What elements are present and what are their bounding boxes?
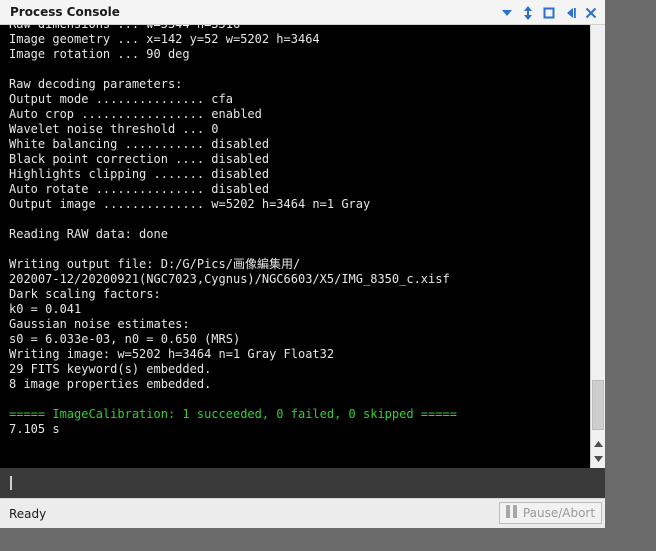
pause-icon (505, 505, 517, 521)
console-line: Highlights clipping ....... disabled (9, 167, 270, 181)
statusbar: Ready Pause/Abort (0, 498, 605, 528)
console-line: Auto crop ................. enabled (9, 107, 262, 121)
scroll-up-icon[interactable] (591, 437, 605, 451)
pause-abort-label: Pause/Abort (522, 506, 596, 520)
text-caret (10, 476, 12, 490)
console-line: Black point correction .... disabled (9, 152, 270, 166)
resize-vertical-icon[interactable] (519, 5, 536, 22)
console-line: Output image .............. w=5202 h=346… (9, 197, 371, 211)
pause-abort-button[interactable]: Pause/Abort (499, 502, 602, 524)
console-line: Raw dimensions ... w=5344 h=3516 (9, 25, 457, 32)
console-line: Image geometry ... x=142 y=52 w=5202 h=3… (9, 32, 320, 46)
command-input[interactable] (4, 471, 601, 495)
chevron-down-icon[interactable] (498, 5, 515, 22)
console-line: Gaussian noise estimates: (9, 317, 190, 331)
maximize-icon[interactable] (540, 5, 557, 22)
console-line: Raw decoding parameters: (9, 77, 183, 91)
console-scrollbar[interactable] (590, 25, 605, 468)
console-line: Auto rotate ............... disabled (9, 182, 270, 196)
console-line: 29 FITS keyword(s) embedded. (9, 362, 212, 376)
console-lines: Raw dimensions ... w=5344 h=3516Image ge… (9, 25, 457, 437)
console-line: Wavelet noise threshold ... 0 (9, 122, 219, 136)
scroll-down-icon[interactable] (591, 452, 605, 466)
console-output[interactable]: Raw dimensions ... w=5344 h=3516Image ge… (0, 25, 590, 468)
console-line: Writing output file: D:/G/Pics/画像編集用/ (9, 257, 301, 271)
console-line: s0 = 6.033e-03, n0 = 0.650 (MRS) (9, 332, 241, 346)
console-line: White balancing ........... disabled (9, 137, 270, 151)
window-title: Process Console (10, 5, 120, 19)
previous-icon[interactable] (561, 5, 578, 22)
console-line: Writing image: w=5202 h=3464 n=1 Gray Fl… (9, 347, 335, 361)
titlebar-icons (498, 4, 599, 22)
console-line: Output mode ............... cfa (9, 92, 233, 106)
console-line: 7.105 s (9, 422, 60, 436)
command-input-row (0, 468, 605, 498)
console-line: Image rotation ... 90 deg (9, 47, 190, 61)
console-line: ===== ImageCalibration: 1 succeeded, 0 f… (9, 407, 457, 421)
console-line: Dark scaling factors: (9, 287, 161, 301)
titlebar[interactable]: Process Console (0, 0, 605, 25)
console-line: k0 = 0.041 (9, 302, 82, 316)
console-line: 202007-12/20200921(NGC7023,Cygnus)/NGC66… (9, 272, 450, 286)
console-line: 8 image properties embedded. (9, 377, 212, 391)
scrollbar-thumb[interactable] (592, 380, 604, 430)
status-text: Ready (9, 507, 47, 521)
process-console-window: Process Console Raw dimensions ... w=534… (0, 0, 605, 528)
console-line: Reading RAW data: done (9, 227, 168, 241)
close-icon[interactable] (582, 5, 599, 22)
